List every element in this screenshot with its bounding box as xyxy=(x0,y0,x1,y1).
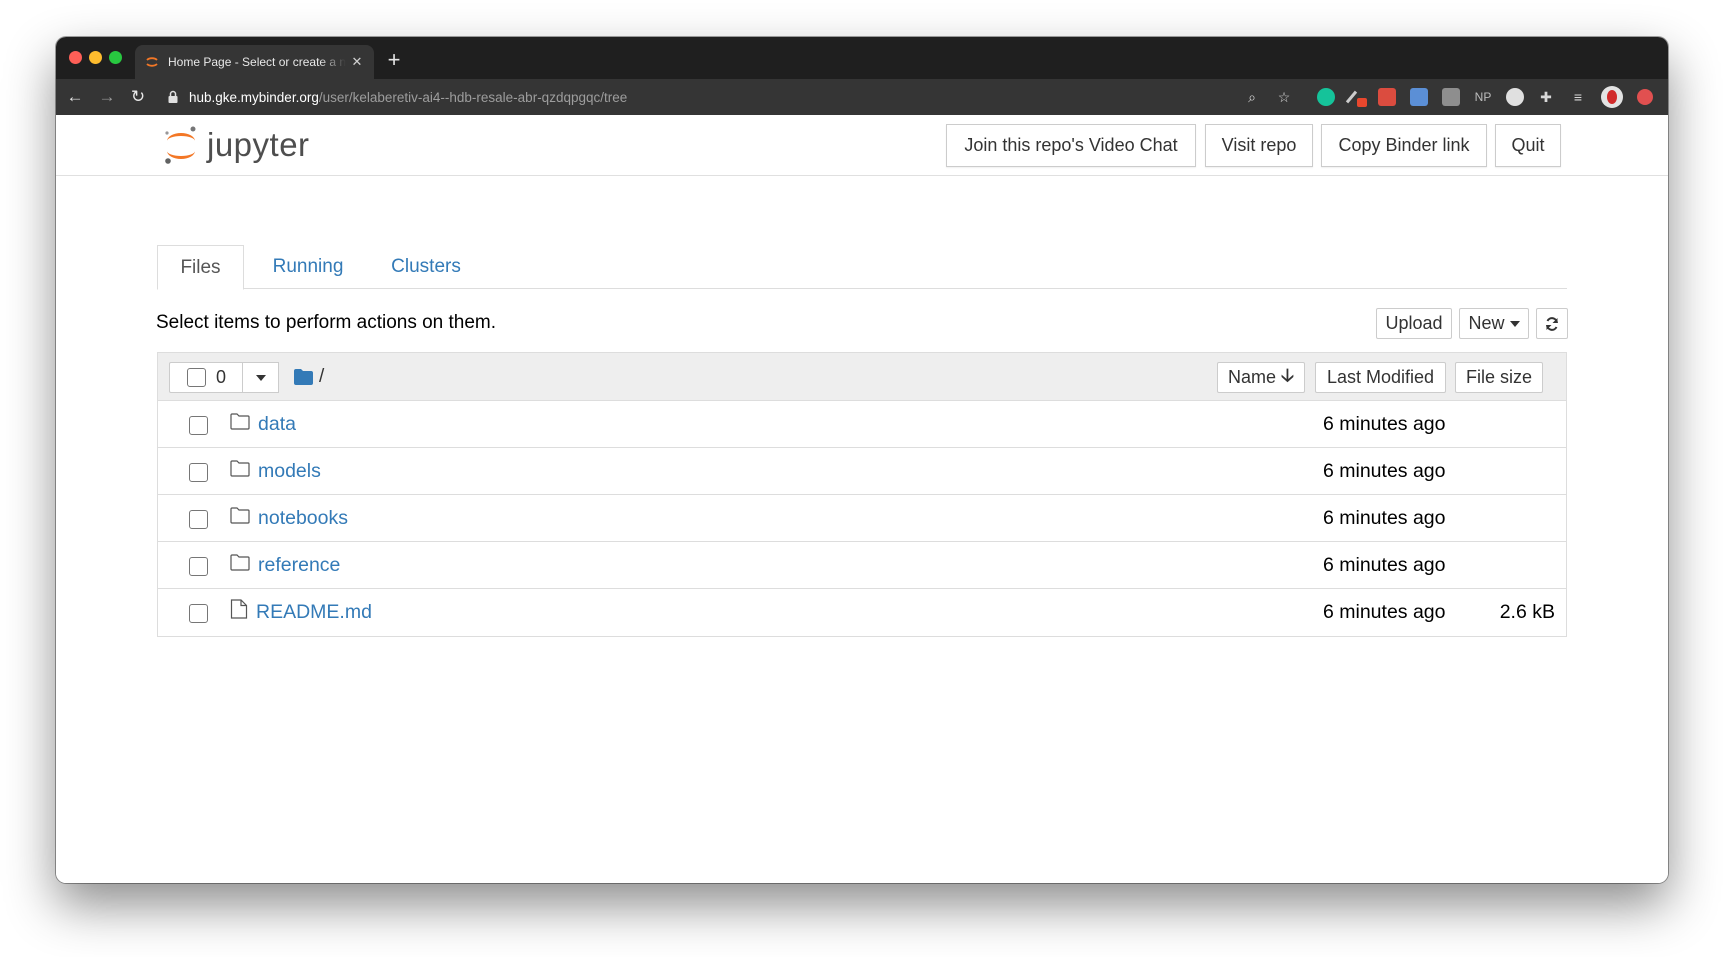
folder-filled-icon xyxy=(294,369,313,385)
folder-icon xyxy=(230,460,250,477)
list-item[interactable]: models 6 minutes ago xyxy=(158,448,1566,495)
folder-icon xyxy=(230,413,250,430)
puzzle-icon[interactable]: ✚ xyxy=(1536,86,1556,108)
jupyter-favicon-icon xyxy=(146,57,158,67)
browser-window: Home Page - Select or create a notebook … xyxy=(56,37,1668,883)
sort-name-label: Name xyxy=(1228,367,1277,387)
url-host: hub.gke.mybinder.org xyxy=(189,89,319,105)
file-size: 2.6 kB xyxy=(1499,601,1555,623)
select-all-control[interactable]: 0 xyxy=(169,362,243,393)
tab-close-icon[interactable]: ✕ xyxy=(350,55,364,69)
last-modified: 6 minutes ago xyxy=(1323,554,1446,576)
grammarly-icon[interactable] xyxy=(1317,88,1335,106)
todoist-icon[interactable] xyxy=(1378,88,1396,106)
profile-avatar[interactable] xyxy=(1601,86,1623,108)
back-arrow-icon[interactable]: ← xyxy=(64,86,86,108)
sort-by-size-button[interactable]: File size xyxy=(1455,362,1543,393)
reading-list-icon[interactable]: ≡ xyxy=(1568,86,1588,108)
tab-title: Home Page - Select or create a notebook xyxy=(168,55,346,69)
arrow-down-icon: 🡣 xyxy=(1281,364,1294,385)
file-name-link[interactable]: models xyxy=(258,460,321,483)
last-modified: 6 minutes ago xyxy=(1323,507,1446,529)
logo-text: jupyter xyxy=(207,126,310,163)
selected-count: 0 xyxy=(216,367,227,387)
row-checkbox[interactable] xyxy=(189,416,208,435)
breadcrumb-root[interactable]: / xyxy=(319,366,324,388)
refresh-button[interactable] xyxy=(1536,308,1568,339)
caret-down-icon xyxy=(1509,320,1520,327)
caret-down-icon xyxy=(255,374,266,381)
row-checkbox[interactable] xyxy=(189,463,208,482)
list-item[interactable]: reference 6 minutes ago xyxy=(158,542,1566,589)
file-list-header: 0 / Name 🡣 Last Modified File size xyxy=(158,353,1566,401)
list-item[interactable]: notebooks 6 minutes ago xyxy=(158,495,1566,542)
pen-extension-icon[interactable] xyxy=(1345,88,1367,107)
tab-clusters[interactable]: Clusters xyxy=(371,245,481,289)
url-path: /user/kelaberetiv-ai4--hdb-resale-abr-qz… xyxy=(318,89,628,105)
jupyter-page: jupyter Join this repo's Video Chat Visi… xyxy=(56,115,1668,883)
reload-icon[interactable]: ↻ xyxy=(127,86,149,108)
tab-strip: Home Page - Select or create a notebook … xyxy=(56,37,1668,79)
instructions-text: Select items to perform actions on them. xyxy=(156,312,497,333)
calendar-extension-icon[interactable] xyxy=(1410,88,1428,106)
star-icon[interactable]: ☆ xyxy=(1274,86,1294,108)
last-modified: 6 minutes ago xyxy=(1323,601,1446,623)
browser-tab[interactable]: Home Page - Select or create a notebook … xyxy=(135,45,374,79)
close-window-button[interactable] xyxy=(69,51,82,64)
new-label: New xyxy=(1468,313,1505,333)
upload-button[interactable]: Upload xyxy=(1376,308,1452,339)
row-checkbox[interactable] xyxy=(189,557,208,576)
update-icon[interactable] xyxy=(1637,89,1653,105)
row-checkbox[interactable] xyxy=(189,604,208,623)
zoom-icon[interactable]: ⌕ xyxy=(1242,86,1262,108)
new-tab-button[interactable]: + xyxy=(383,49,405,72)
list-item[interactable]: data 6 minutes ago xyxy=(158,401,1566,448)
quit-button[interactable]: Quit xyxy=(1495,124,1561,167)
row-checkbox[interactable] xyxy=(189,510,208,529)
jupyter-logo-icon xyxy=(165,126,196,164)
folder-icon xyxy=(230,507,250,524)
lock-icon xyxy=(168,90,178,103)
list-item[interactable]: README.md 6 minutes ago 2.6 kB xyxy=(158,589,1566,636)
tab-files[interactable]: Files xyxy=(157,245,244,290)
page-tabs: Files Running Clusters xyxy=(157,245,1567,290)
minimize-window-button[interactable] xyxy=(89,51,102,64)
file-icon xyxy=(230,599,248,619)
np-extension-icon[interactable]: NP xyxy=(1471,86,1495,108)
copy-binder-link-button[interactable]: Copy Binder link xyxy=(1321,124,1487,167)
sort-by-name-button[interactable]: Name 🡣 xyxy=(1217,362,1305,393)
browser-toolbar: ← → ↻ hub.gke.mybinder.org/user/kelabere… xyxy=(56,79,1668,115)
breadcrumb[interactable]: / xyxy=(294,366,324,388)
last-modified: 6 minutes ago xyxy=(1323,413,1446,435)
selection-dropdown-button[interactable] xyxy=(242,362,279,393)
file-name-link[interactable]: README.md xyxy=(256,601,372,624)
visit-repo-button[interactable]: Visit repo xyxy=(1205,124,1313,167)
file-name-link[interactable]: notebooks xyxy=(258,507,348,530)
file-name-link[interactable]: reference xyxy=(258,554,340,577)
maximize-window-button[interactable] xyxy=(109,51,122,64)
owl-extension-icon[interactable] xyxy=(1506,88,1524,106)
jupyter-header: jupyter Join this repo's Video Chat Visi… xyxy=(56,115,1668,176)
sort-by-modified-button[interactable]: Last Modified xyxy=(1315,362,1446,393)
file-list: 0 / Name 🡣 Last Modified File size data … xyxy=(157,352,1567,637)
address-bar[interactable]: hub.gke.mybinder.org/user/kelaberetiv-ai… xyxy=(166,84,1316,110)
forward-arrow-icon[interactable]: → xyxy=(96,86,118,108)
tab-running[interactable]: Running xyxy=(250,245,366,289)
refresh-icon xyxy=(1546,316,1558,331)
jupyter-logo[interactable]: jupyter xyxy=(163,125,310,165)
last-modified: 6 minutes ago xyxy=(1323,460,1446,482)
file-name-link[interactable]: data xyxy=(258,413,296,436)
select-all-checkbox[interactable] xyxy=(187,368,206,387)
video-chat-button[interactable]: Join this repo's Video Chat xyxy=(946,124,1196,167)
folder-icon xyxy=(230,554,250,571)
monitor-extension-icon[interactable] xyxy=(1442,88,1460,106)
new-dropdown-button[interactable]: New xyxy=(1459,308,1529,339)
